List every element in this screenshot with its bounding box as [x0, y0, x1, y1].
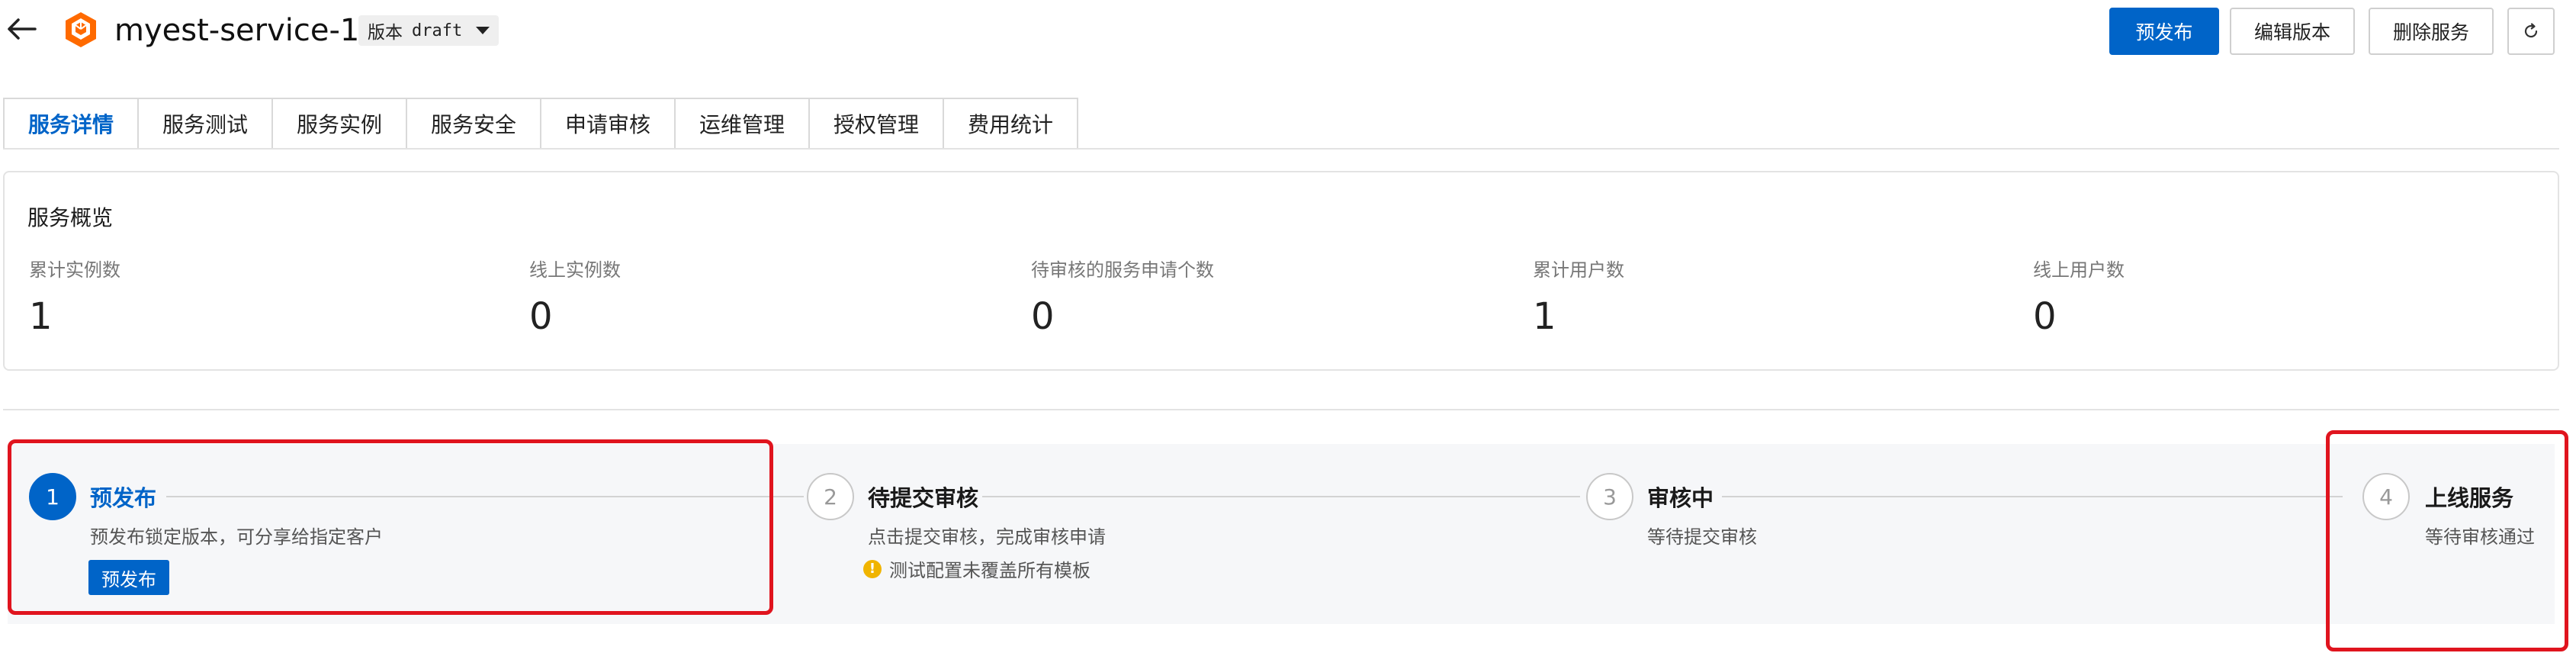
version-label: 版本: [368, 23, 403, 43]
step-connector: [982, 496, 1580, 497]
step-connector: [1722, 496, 2343, 497]
metric-online-instances: 线上实例数 0: [529, 255, 621, 336]
caret-down-icon: [476, 27, 490, 34]
refresh-icon: [2524, 23, 2538, 38]
highlight-box-step-4: [2326, 430, 2568, 651]
service-logo-icon: [66, 12, 96, 47]
refresh-button[interactable]: [2507, 8, 2555, 55]
tab-ops-management[interactable]: 运维管理: [674, 98, 810, 150]
tab-service-instances[interactable]: 服务实例: [271, 98, 407, 150]
tab-billing-stats[interactable]: 费用统计: [943, 98, 1078, 150]
tab-bar: 服务详情 服务测试 服务实例 服务安全 申请审核 运维管理 授权管理 费用统计: [3, 98, 1078, 150]
step-3-title: 审核中: [1647, 485, 1714, 511]
tab-service-security[interactable]: 服务安全: [406, 98, 541, 150]
overview-title: 服务概览: [27, 205, 114, 230]
step-2-circle: 2: [807, 473, 854, 520]
metric-value: 1: [1533, 295, 1556, 338]
metric-online-users: 线上用户数 0: [2033, 255, 2125, 336]
metric-value: 0: [2033, 295, 2057, 338]
step-3-circle: 3: [1586, 473, 1633, 520]
prepublish-button[interactable]: 预发布: [2109, 8, 2219, 55]
tab-service-testing[interactable]: 服务测试: [137, 98, 273, 150]
delete-service-button[interactable]: 删除服务: [2369, 8, 2494, 55]
tab-authorization[interactable]: 授权管理: [808, 98, 944, 150]
metric-label: 线上用户数: [2033, 259, 2125, 281]
back-arrow-icon[interactable]: [3, 11, 40, 47]
page-title: myest-service-1: [114, 13, 360, 48]
version-value: draft: [412, 21, 463, 40]
metric-pending-applications: 待审核的服务申请个数 0: [1031, 255, 1214, 336]
overview-card: [3, 171, 2559, 371]
metric-total-users: 累计用户数 1: [1533, 255, 1624, 336]
metric-label: 线上实例数: [529, 259, 621, 281]
metric-label: 待审核的服务申请个数: [1031, 259, 1214, 281]
warning-icon: !: [863, 559, 882, 578]
metric-value: 0: [1031, 295, 1055, 338]
highlight-box-step-1: [8, 439, 773, 615]
metric-value: 0: [529, 295, 553, 338]
metric-value: 1: [29, 295, 53, 338]
version-select[interactable]: 版本 draft: [358, 15, 499, 46]
tabs-divider: [3, 148, 2559, 150]
edit-version-button[interactable]: 编辑版本: [2230, 8, 2355, 55]
metric-total-instances: 累计实例数 1: [29, 255, 120, 336]
warning-text: 测试配置未覆盖所有模板: [889, 560, 1090, 581]
step-2-title: 待提交审核: [868, 485, 979, 511]
metric-label: 累计实例数: [29, 259, 120, 281]
tab-application-review[interactable]: 申请审核: [540, 98, 676, 150]
step-2-desc: 点击提交审核，完成审核申请: [868, 526, 1106, 548]
metric-label: 累计用户数: [1533, 259, 1624, 281]
section-divider: [3, 409, 2559, 410]
step-3-desc: 等待提交审核: [1647, 526, 1757, 548]
step-2-warning: ! 测试配置未覆盖所有模板: [863, 555, 1090, 582]
tab-service-details[interactable]: 服务详情: [3, 98, 139, 150]
